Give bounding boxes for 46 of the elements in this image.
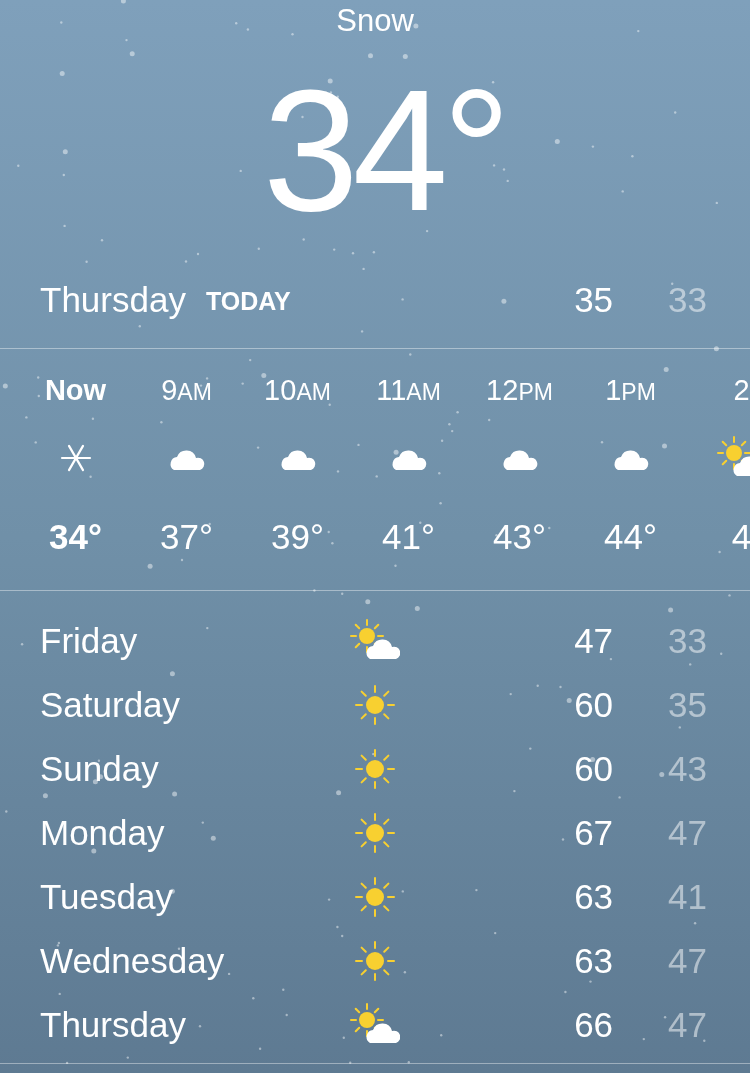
hour-temperature: 41° bbox=[382, 516, 435, 558]
low-temperature: 47 bbox=[668, 939, 707, 982]
high-temperature: 63 bbox=[574, 939, 614, 982]
day-name: Tuesday bbox=[40, 875, 174, 918]
day-name: Thursday bbox=[40, 278, 186, 321]
hour-temperature: 44° bbox=[604, 516, 657, 558]
day-name: Saturday bbox=[40, 683, 182, 726]
sun-icon bbox=[353, 875, 397, 919]
low-temperature: 35 bbox=[668, 683, 707, 726]
day-name: Friday bbox=[40, 619, 139, 662]
hour-label: 1PM bbox=[605, 373, 656, 408]
low-temperature: 33 bbox=[668, 619, 707, 662]
hour-label: 11AM bbox=[376, 373, 441, 408]
high-temperature: 66 bbox=[574, 1003, 614, 1046]
low-temperature: 47 bbox=[668, 811, 707, 854]
high-temperature: 63 bbox=[574, 875, 614, 918]
high-temperature: 35 bbox=[574, 278, 614, 321]
hour-label: 10AM bbox=[264, 373, 331, 408]
hour-temperature: 34° bbox=[49, 516, 102, 558]
day-name: Thursday bbox=[40, 1003, 187, 1046]
day-name: Wednesday bbox=[40, 939, 226, 982]
sun-icon bbox=[353, 683, 397, 727]
high-temperature: 60 bbox=[574, 747, 614, 790]
sun-icon bbox=[353, 939, 397, 983]
low-temperature: 43 bbox=[668, 747, 707, 790]
sun-icon bbox=[353, 747, 397, 791]
high-temperature: 47 bbox=[574, 619, 614, 662]
day-name: Sunday bbox=[40, 747, 160, 790]
weather-condition: Snow bbox=[336, 4, 414, 36]
hour-label: 12PM bbox=[486, 373, 553, 408]
day-name: Monday bbox=[40, 811, 166, 854]
high-temperature: 67 bbox=[574, 811, 614, 854]
hour-label: Now bbox=[44, 373, 107, 408]
low-temperature: 41 bbox=[668, 875, 707, 918]
sun-icon bbox=[353, 811, 397, 855]
hour-temperature: 37° bbox=[160, 516, 213, 558]
hour-label: 9AM bbox=[161, 373, 212, 408]
high-temperature: 60 bbox=[574, 683, 614, 726]
hour-temperature: 4 bbox=[731, 516, 750, 558]
hour-label: 2 bbox=[733, 373, 750, 408]
low-temperature: 47 bbox=[668, 1003, 707, 1046]
low-temperature: 33 bbox=[668, 278, 707, 321]
today-label: TODAY bbox=[205, 286, 291, 318]
current-temperature: 34° bbox=[261, 64, 506, 236]
hour-temperature: 43° bbox=[493, 516, 546, 558]
hour-temperature: 39° bbox=[271, 516, 324, 558]
